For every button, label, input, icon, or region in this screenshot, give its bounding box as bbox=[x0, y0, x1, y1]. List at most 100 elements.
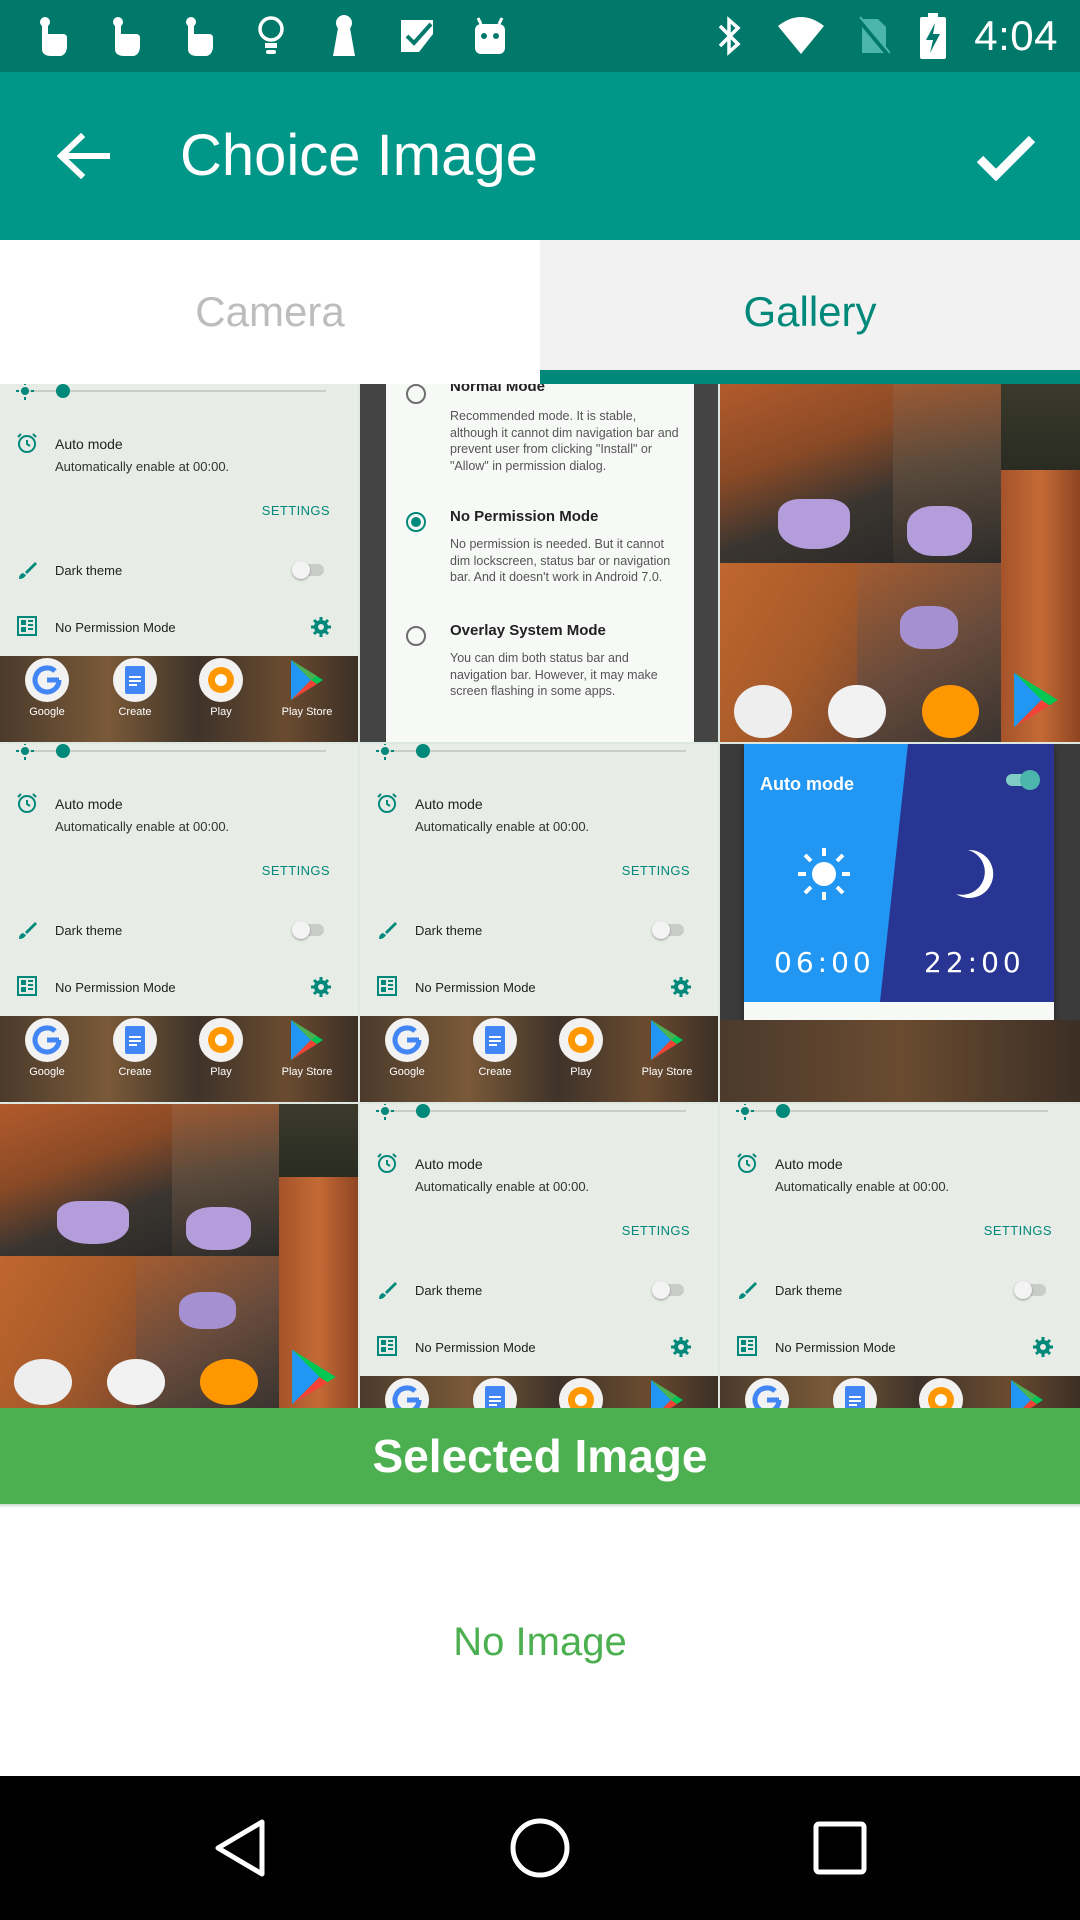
brush-icon bbox=[379, 1282, 397, 1299]
nav-back-button[interactable] bbox=[204, 1812, 276, 1884]
gallery-grid: Auto mode Automatically enable at 00:00.… bbox=[0, 384, 1080, 1408]
dark-theme-toggle bbox=[1014, 1281, 1046, 1299]
dashboard-icon bbox=[377, 976, 397, 996]
android-icon bbox=[470, 14, 510, 58]
dock-item: Play Store bbox=[632, 1018, 702, 1078]
dock-item: Play bbox=[186, 1018, 256, 1078]
dock-item: Create bbox=[460, 1378, 530, 1408]
auto-mode-desc: Automatically enable at 00:00. bbox=[415, 819, 590, 834]
dark-theme-toggle bbox=[652, 1281, 684, 1299]
google-icon bbox=[32, 1025, 62, 1055]
pot-purple bbox=[900, 605, 958, 649]
docs-icon bbox=[107, 1359, 165, 1405]
pot-purple bbox=[186, 1207, 251, 1250]
dock-background bbox=[720, 1020, 1080, 1102]
dashboard-icon bbox=[377, 1336, 397, 1356]
dock-label: Play Store bbox=[281, 706, 333, 718]
start-time: 06:00 bbox=[774, 946, 875, 979]
gallery-thumb[interactable] bbox=[0, 1104, 358, 1408]
tab-camera[interactable]: Camera bbox=[0, 240, 540, 384]
brush-icon bbox=[19, 922, 37, 939]
dock-label: Play Store bbox=[281, 1066, 333, 1078]
gear-icon bbox=[311, 977, 331, 997]
dock-item: Play bbox=[546, 1378, 616, 1408]
nav-home-button[interactable] bbox=[504, 1812, 576, 1884]
system-status-icons: 4:04 bbox=[710, 0, 1058, 72]
tab-gallery-label: Gallery bbox=[743, 288, 877, 335]
dock-label: Create bbox=[118, 706, 152, 718]
dock-label: Play bbox=[210, 706, 232, 718]
mode-dialog: Normal Mode Recommended mode. It is stab… bbox=[386, 384, 694, 742]
pot-purple bbox=[777, 498, 850, 549]
dock-item: Google bbox=[12, 658, 82, 718]
dark-theme-toggle bbox=[292, 921, 324, 939]
mode-title: Normal Mode bbox=[450, 384, 546, 395]
dock-item: Play Store bbox=[272, 658, 342, 718]
dock-item: Google bbox=[372, 1378, 442, 1408]
dock-label: Create bbox=[118, 1066, 152, 1078]
dock-item: Play Store bbox=[272, 1018, 342, 1078]
slider-knob bbox=[416, 1104, 430, 1118]
mode-desc: No permission is needed. But it cannot d… bbox=[450, 537, 671, 584]
gallery-thumb[interactable]: Auto mode 06:00 22:00 bbox=[720, 744, 1080, 1102]
bluetooth-icon bbox=[710, 14, 750, 58]
keyhole-icon bbox=[324, 14, 364, 58]
auto-mode-desc: Automatically enable at 00:00. bbox=[415, 1179, 590, 1194]
gallery-thumb[interactable]: Auto mode Automatically enable at 00:00.… bbox=[360, 1104, 718, 1408]
tab-gallery[interactable]: Gallery bbox=[540, 240, 1080, 384]
play-store-icon bbox=[651, 1020, 683, 1060]
nav-recents-button[interactable] bbox=[804, 1812, 876, 1884]
no-permission-label: No Permission Mode bbox=[55, 620, 176, 635]
pot-purple bbox=[907, 505, 972, 556]
google-icon bbox=[392, 1385, 422, 1408]
confirm-button[interactable] bbox=[970, 122, 1042, 194]
mode-desc: Recommended mode. It is stable, although… bbox=[450, 409, 679, 473]
play-store-icon bbox=[1011, 1380, 1043, 1408]
dock-preview: Google Create Play Play Store bbox=[360, 1376, 718, 1408]
dark-theme-label: Dark theme bbox=[775, 1283, 843, 1298]
recents-square-icon bbox=[813, 1821, 867, 1875]
app-bar: Choice Image bbox=[0, 72, 1080, 240]
dock-item: Google bbox=[372, 1018, 442, 1078]
slider-knob bbox=[56, 384, 70, 398]
dock-label: Play Store bbox=[641, 1066, 693, 1078]
auto-mode-title: Auto mode bbox=[55, 796, 123, 812]
auto-mode-title: Auto mode bbox=[775, 1156, 843, 1172]
pot-purple bbox=[179, 1292, 237, 1329]
touch-icon bbox=[105, 14, 145, 58]
dock-item: Create bbox=[460, 1018, 530, 1078]
radio-no-permission-mode bbox=[406, 512, 426, 532]
gallery-thumb[interactable]: Auto mode Automatically enable at 00:00.… bbox=[0, 384, 358, 742]
docs-icon bbox=[125, 1026, 145, 1054]
checkbox-icon bbox=[397, 14, 437, 58]
source-tabs: Camera Gallery bbox=[0, 240, 1080, 384]
back-triangle-icon bbox=[215, 1819, 265, 1877]
dock-item: Google bbox=[12, 1018, 82, 1078]
gallery-thumb[interactable] bbox=[720, 384, 1080, 742]
slider-knob bbox=[776, 1104, 790, 1118]
dock-label: Google bbox=[389, 1066, 425, 1078]
settings-link: SETTINGS bbox=[621, 1223, 690, 1238]
gallery-thumb[interactable]: Auto mode Automatically enable at 00:00.… bbox=[720, 1104, 1080, 1408]
gallery-thumb[interactable]: Auto mode Automatically enable at 00:00.… bbox=[360, 744, 718, 1102]
brightness-icon bbox=[376, 744, 394, 760]
settings-link: SETTINGS bbox=[983, 1223, 1052, 1238]
brightness-icon bbox=[16, 744, 34, 760]
play-store-icon bbox=[1014, 673, 1058, 728]
play-music-icon bbox=[208, 1027, 234, 1053]
gallery-thumb[interactable]: Normal Mode Recommended mode. It is stab… bbox=[360, 384, 718, 742]
photo-ground bbox=[1000, 384, 1080, 470]
gallery-thumb[interactable]: Auto mode Automatically enable at 00:00.… bbox=[0, 744, 358, 1102]
pot-purple bbox=[57, 1201, 129, 1244]
play-music-icon bbox=[921, 684, 980, 739]
gear-icon bbox=[311, 617, 331, 637]
back-button[interactable] bbox=[52, 124, 116, 188]
brightness-icon bbox=[736, 1104, 754, 1120]
dock-label: Play bbox=[570, 1066, 592, 1078]
docs-icon bbox=[845, 1386, 865, 1408]
dock-item: Play Store bbox=[992, 1378, 1062, 1408]
lightbulb-icon bbox=[251, 14, 291, 58]
tab-camera-label: Camera bbox=[195, 288, 345, 335]
alarm-icon bbox=[17, 793, 37, 813]
no-permission-label: No Permission Mode bbox=[415, 980, 536, 995]
